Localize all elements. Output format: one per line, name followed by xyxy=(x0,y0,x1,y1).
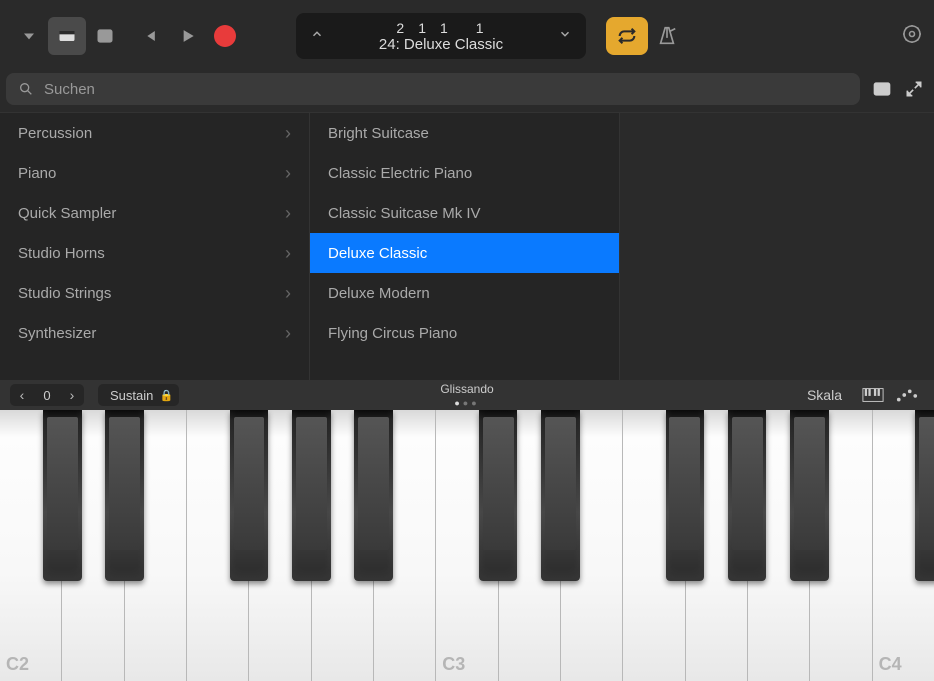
dropdown-menu-button[interactable] xyxy=(10,17,48,55)
octave-value: 0 xyxy=(34,388,60,403)
view-button[interactable] xyxy=(86,17,124,55)
metronome-button[interactable] xyxy=(648,17,686,55)
lcd-position: 2111 xyxy=(328,20,554,36)
piano-keyboard[interactable]: C2 C3 C4 xyxy=(0,410,934,681)
keyboard-mode-label: Glissando xyxy=(440,382,493,396)
patch-label: Deluxe Classic xyxy=(328,245,427,262)
key-label: C4 xyxy=(879,654,902,675)
octave-up-button[interactable]: › xyxy=(60,384,84,406)
keyboard-layout-button[interactable] xyxy=(862,387,884,403)
category-item[interactable]: Synthesizer › xyxy=(0,313,309,353)
chevron-right-icon: › xyxy=(285,323,291,344)
lcd-display: 2111 24: Deluxe Classic xyxy=(296,13,586,59)
category-item[interactable]: Percussion › xyxy=(0,113,309,153)
scale-button[interactable]: Skala xyxy=(807,387,842,403)
patch-label: Bright Suitcase xyxy=(328,125,429,142)
browser-button[interactable] xyxy=(48,17,86,55)
browser-view-toggle[interactable] xyxy=(872,79,892,99)
arpeggiator-button[interactable] xyxy=(896,387,918,403)
search-row xyxy=(0,72,934,112)
lcd-prev-button[interactable] xyxy=(306,23,328,50)
keyboard-toolbar: ‹ 0 › Sustain 🔒 Glissando ●●● Skala xyxy=(0,380,934,410)
settings-button[interactable] xyxy=(900,22,924,51)
category-label: Piano xyxy=(18,165,56,182)
search-field[interactable] xyxy=(6,73,860,105)
sustain-button[interactable]: Sustain 🔒 xyxy=(98,384,179,406)
search-icon xyxy=(18,81,34,97)
black-key[interactable] xyxy=(43,410,82,581)
sound-browser: Percussion›Piano›Quick Sampler›Studio Ho… xyxy=(0,112,934,380)
lcd-content[interactable]: 2111 24: Deluxe Classic xyxy=(328,20,554,53)
play-button[interactable] xyxy=(168,17,206,55)
go-to-start-button[interactable] xyxy=(130,17,168,55)
black-key[interactable] xyxy=(666,410,705,581)
record-icon xyxy=(214,25,236,47)
keyboard-mode-selector[interactable]: Glissando ●●● xyxy=(440,382,493,408)
key-label: C2 xyxy=(6,654,29,675)
chevron-right-icon: › xyxy=(285,283,291,304)
black-key[interactable] xyxy=(790,410,829,581)
search-input[interactable] xyxy=(44,81,848,98)
cycle-button[interactable] xyxy=(606,17,648,55)
category-label: Studio Strings xyxy=(18,285,111,302)
patch-item[interactable]: Bright Suitcase xyxy=(310,113,619,153)
chevron-right-icon: › xyxy=(285,163,291,184)
patch-item[interactable]: Deluxe Modern xyxy=(310,273,619,313)
black-key[interactable] xyxy=(230,410,269,581)
black-key[interactable] xyxy=(728,410,767,581)
patch-column[interactable]: Bright Suitcase Classic Electric Piano Cla… xyxy=(310,113,620,380)
patch-label: Flying Circus Piano xyxy=(328,325,457,342)
patch-label: Classic Electric Piano xyxy=(328,165,472,182)
top-toolbar: 2111 24: Deluxe Classic xyxy=(0,0,934,72)
sustain-label: Sustain xyxy=(110,388,153,403)
patch-item[interactable]: Flying Circus Piano xyxy=(310,313,619,353)
fullscreen-button[interactable] xyxy=(904,79,924,99)
patch-item[interactable]: Deluxe Classic xyxy=(310,233,619,273)
chevron-right-icon: › xyxy=(285,203,291,224)
patch-label: Deluxe Modern xyxy=(328,285,430,302)
octave-down-button[interactable]: ‹ xyxy=(10,384,34,406)
lock-icon: 🔒 xyxy=(160,389,174,402)
black-key[interactable] xyxy=(915,410,934,581)
black-key[interactable] xyxy=(479,410,518,581)
category-item[interactable]: Piano › xyxy=(0,153,309,193)
black-key[interactable] xyxy=(105,410,144,581)
category-item[interactable]: Studio Horns › xyxy=(0,233,309,273)
browser-detail-column xyxy=(620,113,934,380)
key-label: C3 xyxy=(442,654,465,675)
black-key[interactable] xyxy=(292,410,331,581)
patch-item[interactable]: Classic Suitcase Mk IV xyxy=(310,193,619,233)
chevron-right-icon: › xyxy=(285,243,291,264)
category-label: Percussion xyxy=(18,125,92,142)
octave-control: ‹ 0 › xyxy=(10,384,84,406)
lcd-next-button[interactable] xyxy=(554,23,576,50)
record-button[interactable] xyxy=(206,17,244,55)
black-key[interactable] xyxy=(541,410,580,581)
category-label: Quick Sampler xyxy=(18,205,116,222)
chevron-right-icon: › xyxy=(285,123,291,144)
category-item[interactable]: Quick Sampler › xyxy=(0,193,309,233)
patch-label: Classic Suitcase Mk IV xyxy=(328,205,481,222)
patch-item[interactable]: Classic Electric Piano xyxy=(310,153,619,193)
category-label: Studio Horns xyxy=(18,245,105,262)
category-label: Synthesizer xyxy=(18,325,96,342)
category-item[interactable]: Studio Strings › xyxy=(0,273,309,313)
category-column[interactable]: Percussion›Piano›Quick Sampler›Studio Ho… xyxy=(0,113,310,380)
black-key[interactable] xyxy=(354,410,393,581)
page-dots: ●●● xyxy=(440,398,493,408)
lcd-patch-name: 24: Deluxe Classic xyxy=(328,36,554,53)
